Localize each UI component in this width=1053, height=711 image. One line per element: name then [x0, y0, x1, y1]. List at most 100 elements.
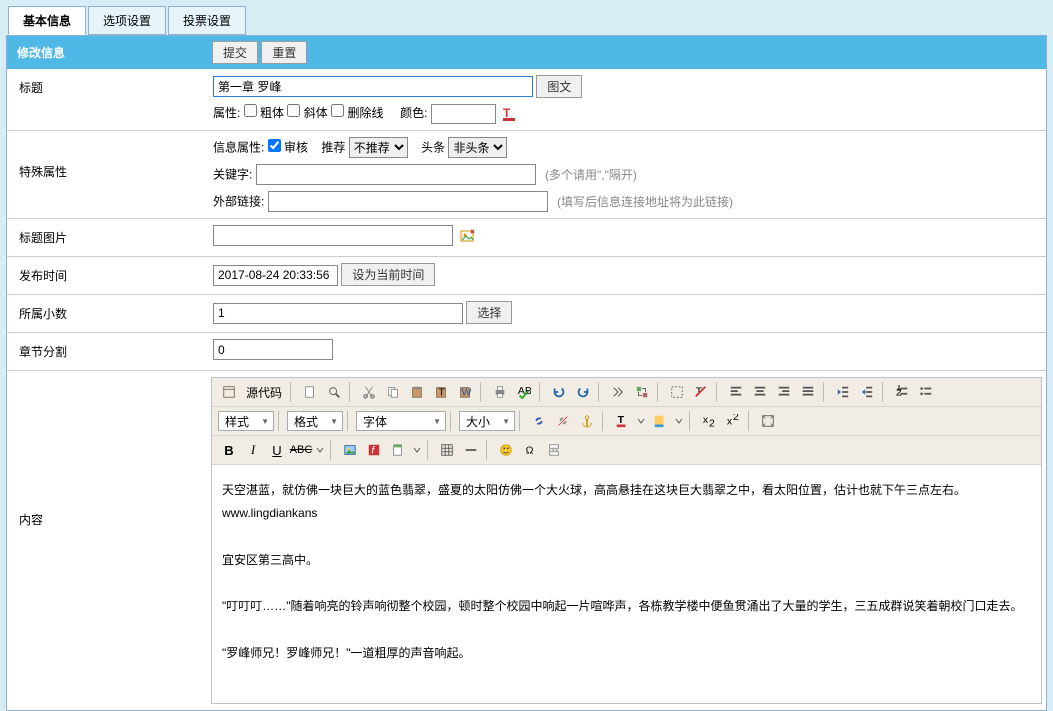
- panel: 修改信息 提交 重置 标题 图文 属性: 粗体 斜体 删除线 颜色: T 特殊属…: [6, 35, 1047, 711]
- print-icon[interactable]: [489, 381, 511, 403]
- label-chapter: 章节分割: [7, 333, 207, 370]
- newpage-icon[interactable]: [299, 381, 321, 403]
- paste-text-icon[interactable]: T: [430, 381, 452, 403]
- align-right-icon[interactable]: [773, 381, 795, 403]
- flash-icon[interactable]: f: [363, 439, 385, 461]
- cut-icon[interactable]: [358, 381, 380, 403]
- smiley-icon[interactable]: [495, 439, 517, 461]
- unlink-icon[interactable]: [552, 410, 574, 432]
- svg-text:T: T: [438, 387, 445, 399]
- preview-icon[interactable]: [323, 381, 345, 403]
- checkbox-italic[interactable]: [287, 104, 300, 117]
- source-label[interactable]: 源代码: [242, 384, 286, 401]
- source-icon[interactable]: [218, 381, 240, 403]
- font-select[interactable]: 字体: [356, 411, 446, 431]
- svg-text:T: T: [503, 106, 511, 120]
- title-input[interactable]: [213, 76, 533, 97]
- reset-button[interactable]: 重置: [261, 41, 307, 64]
- align-left-icon[interactable]: [725, 381, 747, 403]
- strike-icon[interactable]: ABC: [290, 439, 312, 461]
- paste-word-icon[interactable]: W: [454, 381, 476, 403]
- specialchar-icon[interactable]: Ω: [519, 439, 541, 461]
- extlink-input[interactable]: [268, 191, 548, 212]
- style-select[interactable]: 样式: [218, 411, 274, 431]
- toolbar-row-1: 源代码 T W AB: [212, 378, 1041, 407]
- panel-title: 修改信息: [17, 44, 212, 61]
- size-select[interactable]: 大小: [459, 411, 515, 431]
- anchor-icon[interactable]: [576, 410, 598, 432]
- indent-icon[interactable]: [856, 381, 878, 403]
- checkbox-strike[interactable]: [331, 104, 344, 117]
- chevron-down-icon-4[interactable]: [411, 439, 423, 461]
- align-justify-icon[interactable]: [797, 381, 819, 403]
- table-icon[interactable]: [436, 439, 458, 461]
- submit-button[interactable]: 提交: [212, 41, 258, 64]
- chapter-input[interactable]: [213, 339, 333, 360]
- paste-icon[interactable]: [406, 381, 428, 403]
- selectall-icon[interactable]: [666, 381, 688, 403]
- tab-vote-settings[interactable]: 投票设置: [168, 6, 246, 35]
- textcolor2-icon[interactable]: T: [611, 410, 633, 432]
- svg-text:W: W: [462, 387, 472, 399]
- tuwen-button[interactable]: 图文: [536, 75, 582, 98]
- textcolor-icon[interactable]: T: [503, 106, 519, 122]
- toolbar-row-2: 样式 格式 字体 大小 T x2: [212, 407, 1041, 436]
- outdent-icon[interactable]: [832, 381, 854, 403]
- pubtime-input[interactable]: [213, 265, 338, 286]
- decimal-input[interactable]: [213, 303, 463, 324]
- numlist-icon[interactable]: 12: [891, 381, 913, 403]
- color-label: 颜色:: [400, 106, 427, 120]
- label-title: 标题: [7, 69, 207, 106]
- copy-icon[interactable]: [382, 381, 404, 403]
- select-recommend[interactable]: 不推荐: [349, 137, 408, 158]
- color-input[interactable]: [431, 104, 496, 124]
- spellcheck-icon[interactable]: AB: [513, 381, 535, 403]
- undo-icon[interactable]: [548, 381, 570, 403]
- italic-icon[interactable]: I: [242, 439, 264, 461]
- content-p1: 天空湛蓝，就仿佛一块巨大的蓝色翡翠，盛夏的太阳仿佛一个大火球，高高悬挂在这块巨大…: [222, 479, 1031, 525]
- image-picker-icon[interactable]: [460, 228, 476, 244]
- pagebreak-icon[interactable]: [543, 439, 565, 461]
- svg-text:x: x: [727, 416, 733, 428]
- checkbox-bold[interactable]: [244, 104, 257, 117]
- label-content: 内容: [7, 371, 207, 538]
- panel-header: 修改信息 提交 重置: [7, 36, 1046, 69]
- chevron-down-icon-2[interactable]: [673, 410, 685, 432]
- titleimg-input[interactable]: [213, 225, 453, 246]
- tab-option-settings[interactable]: 选项设置: [88, 6, 166, 35]
- redo-icon[interactable]: [572, 381, 594, 403]
- removefmt-icon[interactable]: T: [690, 381, 712, 403]
- setnow-button[interactable]: 设为当前时间: [341, 263, 435, 286]
- bold-icon[interactable]: B: [218, 439, 240, 461]
- attr-prefix: 属性:: [213, 106, 240, 120]
- choose-button[interactable]: 选择: [466, 301, 512, 324]
- toolbar-row-3: B I U ABC f Ω: [212, 436, 1041, 465]
- editor-content[interactable]: 天空湛蓝，就仿佛一块巨大的蓝色翡翠，盛夏的太阳仿佛一个大火球，高高悬挂在这块巨大…: [212, 465, 1041, 703]
- superscript-icon[interactable]: x2: [722, 410, 744, 432]
- rich-text-editor: 源代码 T W AB: [211, 377, 1042, 704]
- format-select[interactable]: 格式: [287, 411, 343, 431]
- checkbox-audit[interactable]: [268, 139, 281, 152]
- attachment-icon[interactable]: [387, 439, 409, 461]
- hr-icon[interactable]: [460, 439, 482, 461]
- svg-text:2: 2: [733, 414, 739, 423]
- chevron-down-icon-3[interactable]: [314, 439, 326, 461]
- tab-basic-info[interactable]: 基本信息: [8, 6, 86, 35]
- align-center-icon[interactable]: [749, 381, 771, 403]
- svg-text:T: T: [618, 414, 625, 426]
- link-icon[interactable]: [528, 410, 550, 432]
- subscript-icon[interactable]: x2: [698, 410, 720, 432]
- bullist-icon[interactable]: [915, 381, 937, 403]
- replace-icon[interactable]: [631, 381, 653, 403]
- chevron-down-icon[interactable]: [635, 410, 647, 432]
- label-decimal: 所属小数: [7, 295, 207, 332]
- find-icon[interactable]: [607, 381, 629, 403]
- label-titleimg: 标题图片: [7, 219, 207, 256]
- underline-icon[interactable]: U: [266, 439, 288, 461]
- keywords-input[interactable]: [256, 164, 536, 185]
- content-p4: "罗峰师兄！罗峰师兄！"一道粗厚的声音响起。: [222, 642, 1031, 665]
- select-headline[interactable]: 非头条: [448, 137, 507, 158]
- image-icon[interactable]: [339, 439, 361, 461]
- maximize-icon[interactable]: [757, 410, 779, 432]
- bgcolor-icon[interactable]: [649, 410, 671, 432]
